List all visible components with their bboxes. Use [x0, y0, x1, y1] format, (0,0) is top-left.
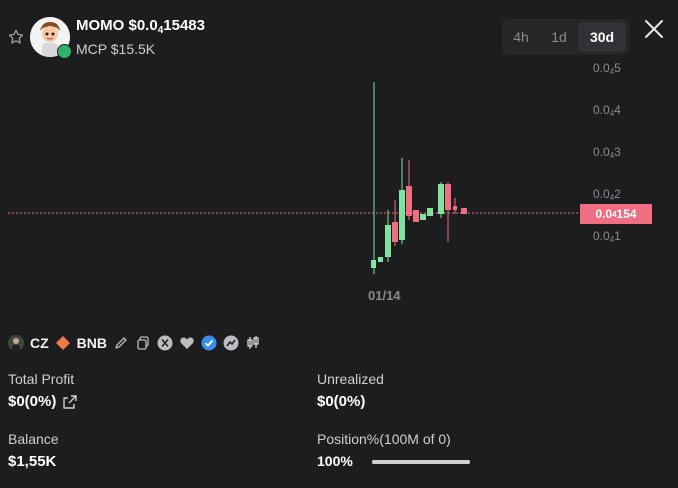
- external-link-icon[interactable]: [62, 394, 78, 410]
- chain-name: BNB: [76, 335, 108, 351]
- edit-icon[interactable]: [113, 335, 129, 351]
- x-axis-label: 01/14: [368, 288, 401, 303]
- y-axis-label: 0.041: [593, 229, 621, 244]
- timeframe-30d-button[interactable]: 30d: [578, 22, 626, 52]
- total-profit-value: $0(0%): [8, 393, 57, 410]
- y-axis-label: 0.042: [593, 187, 621, 202]
- candle-7: [413, 210, 419, 222]
- unrealized-value: $0(0%): [317, 393, 366, 410]
- candle-13: [461, 208, 467, 214]
- balance-value: $1,55K: [8, 453, 57, 470]
- candle-12: [453, 206, 457, 210]
- token-price: $0.0415483: [128, 17, 205, 36]
- verified-badge-icon: [201, 335, 217, 351]
- position-value: 100%: [317, 453, 353, 469]
- heart-icon[interactable]: [179, 335, 195, 351]
- close-icon[interactable]: [642, 17, 666, 41]
- candle-9: [427, 208, 433, 216]
- copy-icon[interactable]: [135, 335, 151, 351]
- x-twitter-icon[interactable]: [157, 335, 173, 351]
- candle-6: [406, 186, 412, 216]
- timeframe-selector: 4h 1d 30d: [502, 19, 630, 55]
- unrealized-label: Unrealized: [317, 371, 384, 387]
- total-profit-label: Total Profit: [8, 371, 75, 387]
- dev-avatar-icon[interactable]: [8, 335, 24, 351]
- candle-10: [438, 184, 444, 214]
- timeframe-1d-button[interactable]: 1d: [540, 22, 578, 52]
- candle-3: [385, 225, 391, 257]
- position-label: Position%(100M of 0): [317, 431, 451, 447]
- price-chart[interactable]: [0, 60, 678, 290]
- chart-app-icon[interactable]: [223, 335, 239, 351]
- candle-2: [378, 257, 383, 262]
- position-progress-bar: [372, 460, 470, 464]
- token-title: MOMO $0.0415483: [76, 17, 205, 36]
- candles-icon[interactable]: [245, 335, 261, 351]
- y-axis-label: 0.043: [593, 145, 621, 160]
- candle-8: [420, 214, 426, 220]
- token-name: MOMO: [76, 17, 125, 34]
- badge-icon: [57, 44, 72, 59]
- balance-label: Balance: [8, 431, 59, 447]
- dev-info-row: CZ BNB: [8, 332, 261, 354]
- favorite-star-icon[interactable]: [7, 28, 25, 46]
- y-axis-label: 0.044: [593, 103, 621, 118]
- total-profit-value-row: $0(0%): [8, 393, 78, 410]
- candle-4: [392, 222, 398, 242]
- current-price-tag: 0.0 4 154: [580, 204, 652, 224]
- dev-name: CZ: [30, 335, 49, 351]
- bnb-diamond-icon: [55, 336, 70, 350]
- candle-5: [399, 190, 405, 240]
- candle-11: [445, 184, 451, 210]
- timeframe-4h-button[interactable]: 4h: [502, 22, 540, 52]
- position-progress-fill: [372, 460, 470, 464]
- y-axis-label: 0.045: [593, 61, 621, 76]
- market-cap: MCP $15.5K: [76, 41, 156, 57]
